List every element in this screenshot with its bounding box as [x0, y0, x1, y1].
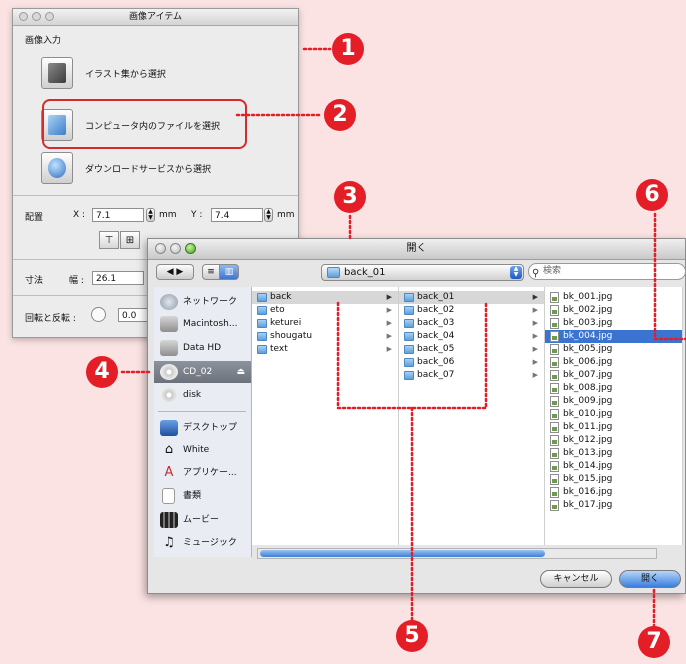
callout-5: 5 — [396, 620, 428, 652]
callout-3: 3 — [334, 181, 366, 213]
callout-2: 2 — [324, 99, 356, 131]
callout-6: 6 — [636, 179, 668, 211]
callout-4: 4 — [86, 356, 118, 388]
callout-1: 1 — [332, 33, 364, 65]
callout-7: 7 — [638, 626, 670, 658]
